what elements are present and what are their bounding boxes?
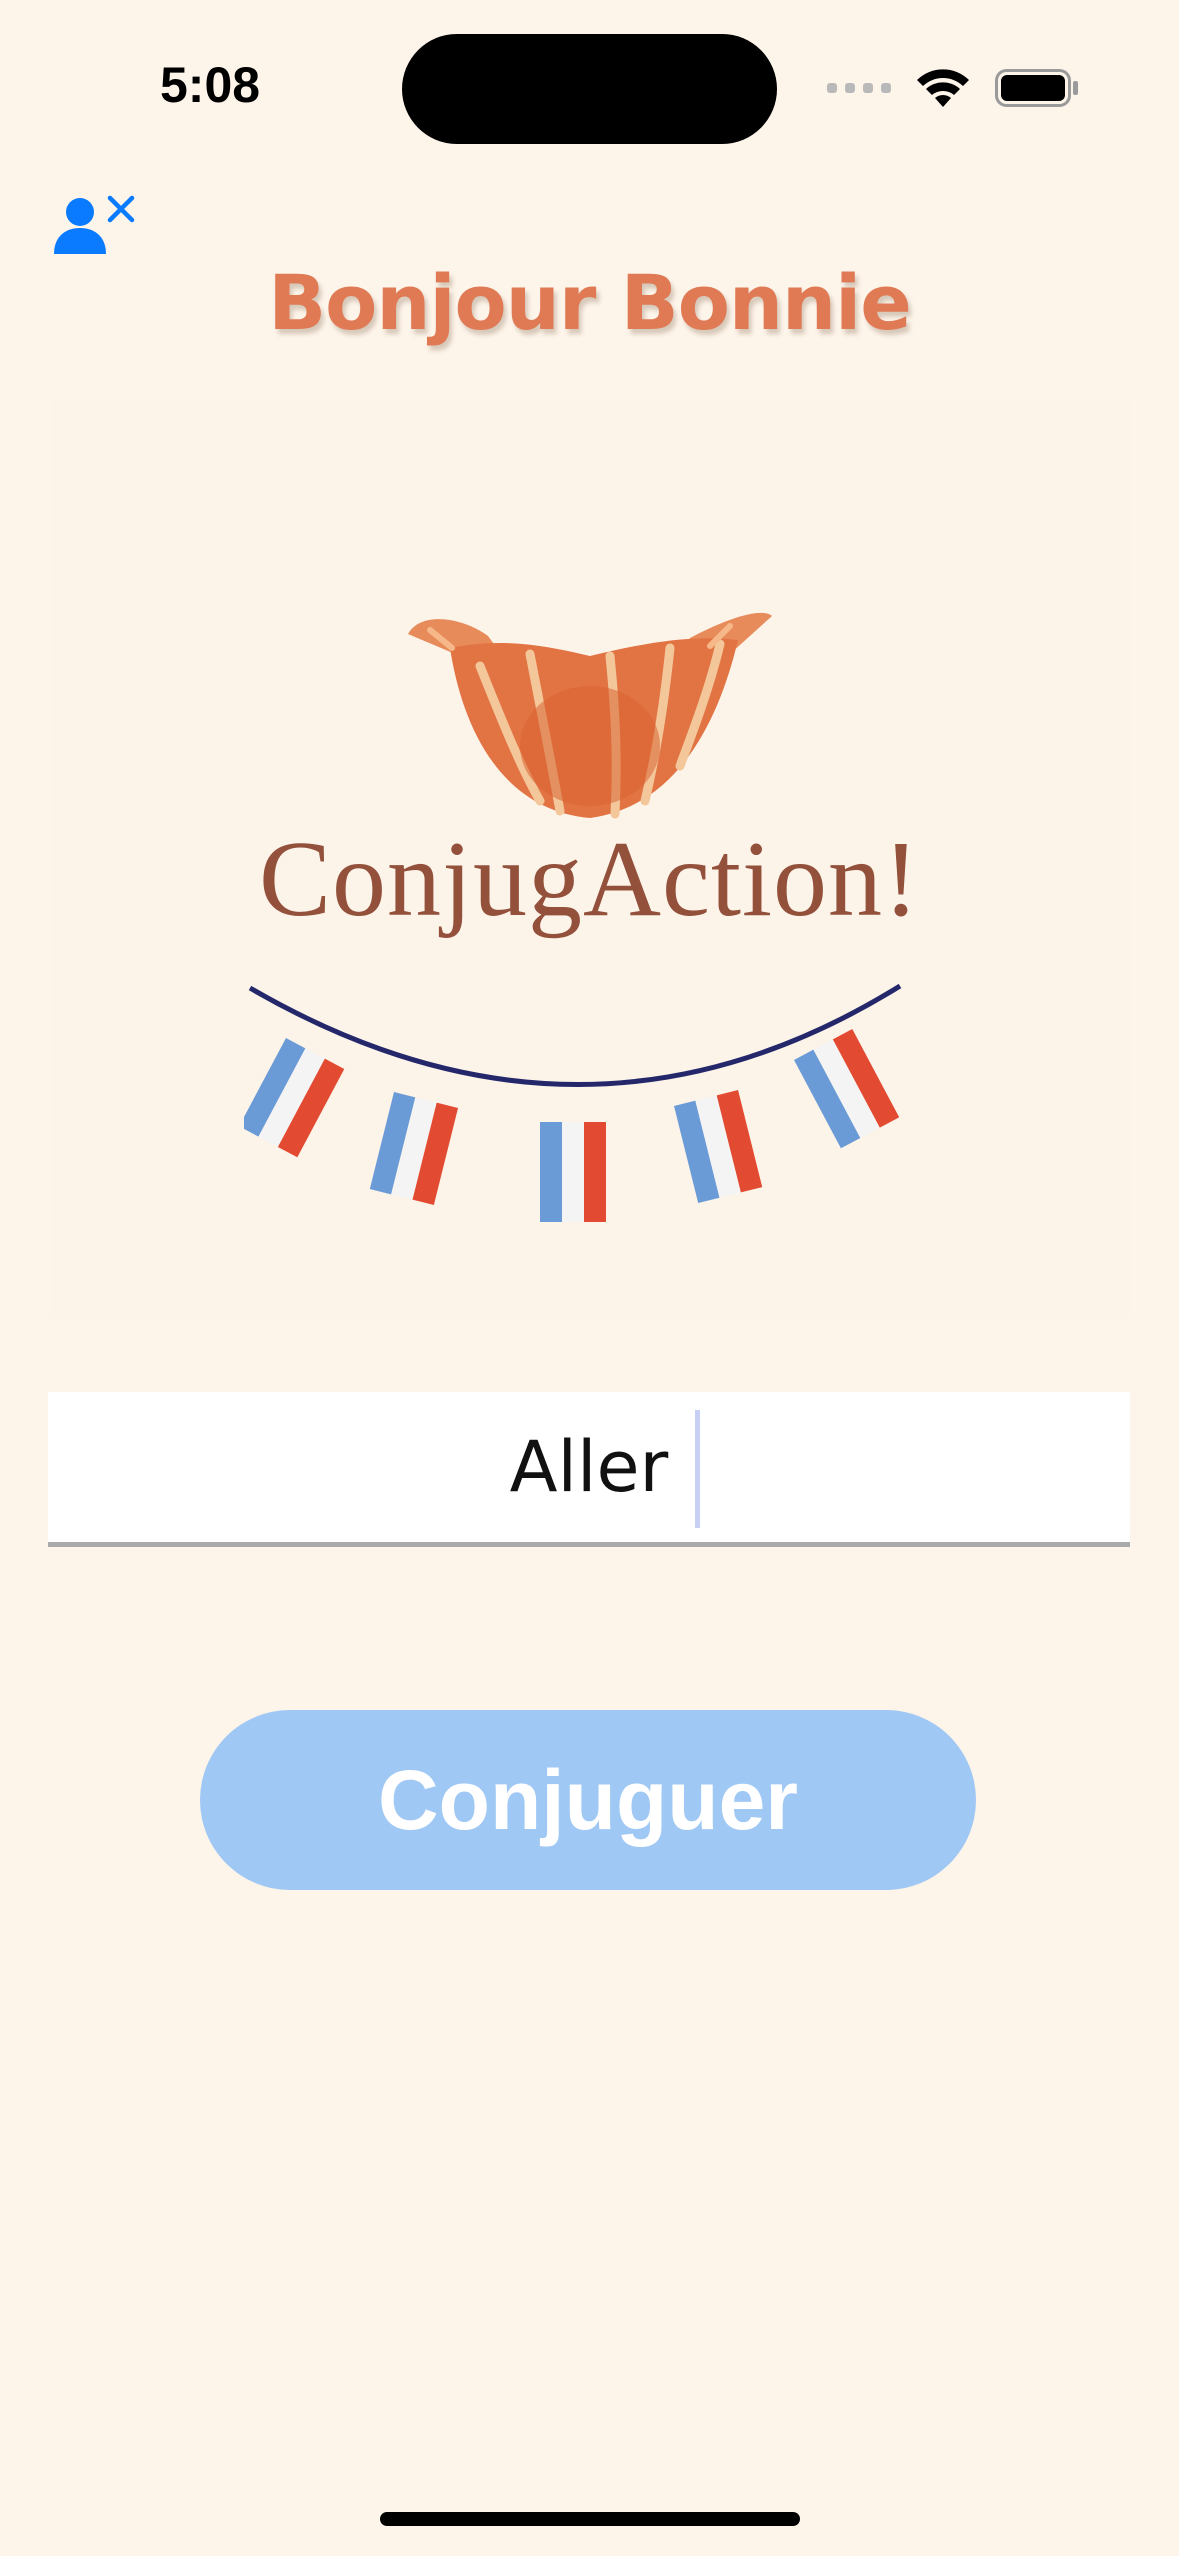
dynamic-island [402,34,777,144]
wifi-icon [917,69,969,107]
status-icons [827,66,1079,110]
french-flag-bunting-illustration [244,983,902,1222]
status-time: 5:08 [160,57,261,113]
text-caret [695,1410,700,1528]
battery-icon [995,69,1078,107]
greeting-title: Bonjour Bonnie [268,258,912,347]
verb-input[interactable] [48,1392,1130,1542]
home-indicator [380,2512,800,2526]
cellular-signal-icon [827,83,891,93]
screen: 5:08 Bonjour Bonnie ConjugAction! Aller … [0,0,1179,2556]
brand-wordmark: ConjugAction! [259,820,920,939]
conjugate-button[interactable]: Conjuguer [200,1710,976,1890]
croissant-illustration [408,612,772,819]
verb-input-field[interactable] [48,1392,1130,1547]
